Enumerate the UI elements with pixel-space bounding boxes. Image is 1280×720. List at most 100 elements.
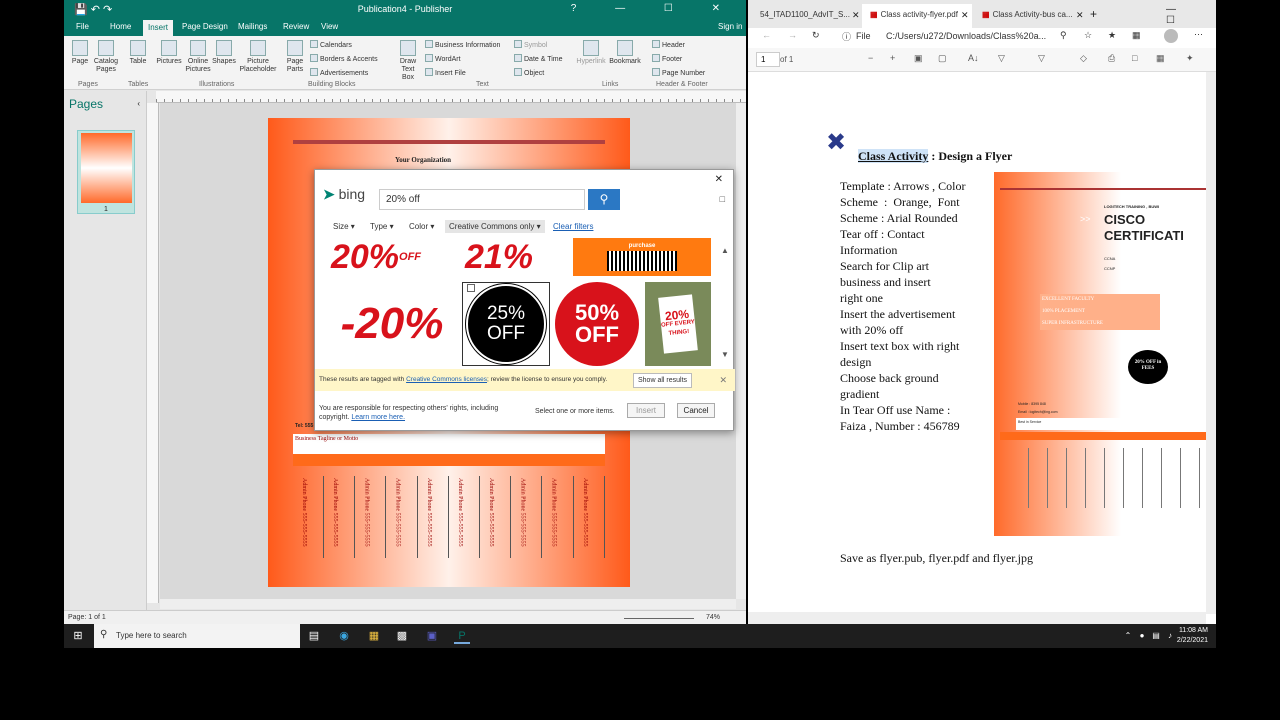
catalog-pages-button[interactable]: Catalog Pages — [93, 40, 119, 74]
header-button[interactable]: Header — [652, 40, 685, 49]
table-button[interactable]: Table — [127, 40, 149, 66]
file-explorer-icon[interactable]: ▦ — [366, 628, 382, 644]
tab-2-close-icon[interactable]: ✕ — [961, 10, 969, 21]
zoom-in-icon[interactable]: + — [890, 53, 895, 63]
tab-1-close-icon[interactable]: ✕ — [852, 10, 860, 21]
tab-review[interactable]: Review — [283, 22, 309, 31]
borders-accents-button[interactable]: Borders & Accents — [310, 54, 378, 63]
teams-icon[interactable]: ▣ — [424, 628, 440, 644]
browser-window-controls-icon[interactable]: —☐ — [1166, 4, 1216, 26]
new-tab-icon[interactable]: + — [1090, 7, 1097, 21]
wordart-button[interactable]: WordArt — [425, 54, 461, 63]
tear-off-strip[interactable]: Admin Phone 555-555-5555 — [324, 476, 356, 558]
fit-page-icon[interactable]: ▣ — [914, 53, 923, 64]
clear-filters-link[interactable]: Clear filters — [549, 220, 597, 233]
zoom-level[interactable]: 74% — [706, 614, 720, 621]
zoom-out-icon[interactable]: − — [868, 53, 873, 63]
insert-file-button[interactable]: Insert File — [425, 68, 466, 77]
volume-icon[interactable]: ♪ — [1162, 628, 1178, 644]
bookmark-button[interactable]: Bookmark — [608, 40, 642, 66]
notice-close-icon[interactable]: ✕ — [719, 375, 727, 386]
tab-insert[interactable]: Insert — [143, 20, 174, 36]
pictures-button[interactable]: Pictures — [155, 40, 183, 66]
result-25-off[interactable]: 25% OFF — [462, 282, 550, 366]
task-view-icon[interactable]: ▤ — [306, 628, 322, 644]
tab-home[interactable]: Home — [110, 22, 131, 31]
collections-icon[interactable]: ▦ — [1132, 30, 1141, 41]
taskbar-clock[interactable]: 11:08 AM 2/22/2021 — [1177, 626, 1208, 646]
read-aloud-icon[interactable]: A↓ — [968, 53, 979, 63]
page-parts-button[interactable]: Page Parts — [284, 40, 306, 74]
pin-toolbar-icon[interactable]: ✦ — [1186, 53, 1194, 64]
tab-file[interactable]: File — [76, 22, 89, 31]
date-time-button[interactable]: Date & Time — [514, 54, 563, 63]
close-icon[interactable]: ✕ — [715, 174, 723, 185]
bing-search-input[interactable] — [379, 189, 585, 210]
flyer-tagline[interactable]: Business Tagline or Motto — [293, 434, 605, 454]
search-button[interactable]: ⚲ — [588, 189, 620, 210]
save-as-icon[interactable]: ▦ — [1156, 53, 1165, 64]
online-pictures-button[interactable]: Online Pictures — [184, 40, 212, 74]
filter-color[interactable]: Color ▾ — [405, 220, 438, 233]
show-all-results-button[interactable]: Show all results — [633, 373, 693, 388]
save-icon[interactable]: □ — [1132, 53, 1137, 63]
learn-more-link[interactable]: Learn more here. — [351, 414, 405, 421]
draw-icon[interactable]: ▽ — [998, 53, 1005, 64]
filter-size[interactable]: Size ▾ — [329, 220, 359, 233]
more-menu-icon[interactable]: ⋯ — [1194, 29, 1203, 40]
highlight-icon[interactable]: ▽ — [1038, 53, 1045, 64]
browser-tab-2[interactable]: ▦ Class activity-flyer.pdf — [862, 4, 972, 28]
tab-view[interactable]: View — [321, 22, 338, 31]
business-information-button[interactable]: Business Information — [425, 40, 500, 49]
eraser-icon[interactable]: ◇ — [1080, 53, 1087, 64]
zoom-slider[interactable] — [624, 618, 694, 619]
publisher-taskbar-icon[interactable]: P — [454, 628, 470, 644]
tear-off-strip[interactable]: Admin Phone 555-555-5555 — [418, 476, 449, 558]
favorite-star-icon[interactable]: ☆ — [1084, 30, 1092, 41]
select-checkbox[interactable] — [467, 284, 475, 292]
footer-button[interactable]: Footer — [652, 54, 682, 63]
pdf-horizontal-scrollbar[interactable] — [748, 612, 1206, 624]
tear-off-strip[interactable]: Admin Phone 555-555-5555 — [449, 476, 480, 558]
edge-icon[interactable]: ◉ — [336, 628, 352, 644]
filter-license[interactable]: Creative Commons only ▾ — [445, 220, 545, 233]
hyperlink-button[interactable]: Hyperlink — [576, 40, 606, 66]
advertisements-button[interactable]: Advertisements — [310, 68, 368, 77]
object-button[interactable]: Object — [514, 68, 544, 77]
horizontal-scrollbar[interactable] — [160, 599, 736, 609]
tear-off-strip[interactable]: Admin Phone 555-555-5555 — [293, 476, 324, 558]
tab-page-design[interactable]: Page Design — [182, 22, 228, 31]
result-minus-20[interactable]: -20% — [327, 282, 457, 366]
window-controls-icon[interactable]: ? — ☐ ✕ — [571, 3, 738, 14]
page-button[interactable]: Page — [69, 40, 91, 66]
refresh-icon[interactable]: ↻ — [812, 30, 820, 41]
shapes-button[interactable]: Shapes — [212, 40, 236, 66]
result-21-off[interactable]: 21% — [429, 238, 569, 276]
rotate-icon[interactable]: ▢ — [938, 53, 947, 64]
tear-off-strip[interactable]: Admin Phone 555-555-5555 — [543, 476, 574, 558]
tab-3-close-icon[interactable]: ✕ — [1076, 10, 1084, 21]
sign-in-link[interactable]: Sign in — [718, 22, 742, 31]
insert-button[interactable]: Insert — [627, 403, 665, 418]
result-sandwich-board[interactable]: 20% OFF EVERY THING! — [645, 282, 711, 366]
page-thumbnail[interactable]: 1 — [77, 130, 135, 214]
symbol-button[interactable]: Symbol — [514, 40, 547, 49]
collapse-pane-icon[interactable]: ‹ — [137, 99, 140, 108]
tab-mailings[interactable]: Mailings — [238, 22, 267, 31]
forward-icon[interactable]: → — [788, 30, 797, 40]
result-20-off-top[interactable]: 20% OFF — [327, 238, 425, 276]
page-number-input[interactable] — [756, 52, 780, 67]
tear-off-strip[interactable]: Admin Phone 555-555-5555 — [355, 476, 387, 558]
profile-avatar[interactable] — [1164, 29, 1178, 43]
print-icon[interactable]: ⎙ — [1108, 53, 1115, 64]
zoom-icon[interactable]: ⚲ — [1060, 30, 1067, 41]
tear-off-strip[interactable]: Admin Phone 555-555-5555 — [387, 476, 418, 558]
cancel-button[interactable]: Cancel — [677, 403, 715, 418]
tear-off-strip[interactable]: Admin Phone 555-555-5555 — [511, 476, 543, 558]
address-url[interactable]: C:/Users/u272/Downloads/Class%20a... — [886, 31, 1046, 41]
browser-tab-1[interactable]: 54_ITAD1100_AdvIT_S... — [752, 4, 860, 28]
page-number-button[interactable]: Page Number — [652, 68, 705, 77]
taskbar-search[interactable]: ⚲ Type here to search — [94, 624, 300, 648]
pdf-page[interactable]: ✖ Class Activity : Design a Flyer Templa… — [748, 72, 1206, 614]
store-icon[interactable]: ▩ — [394, 628, 410, 644]
